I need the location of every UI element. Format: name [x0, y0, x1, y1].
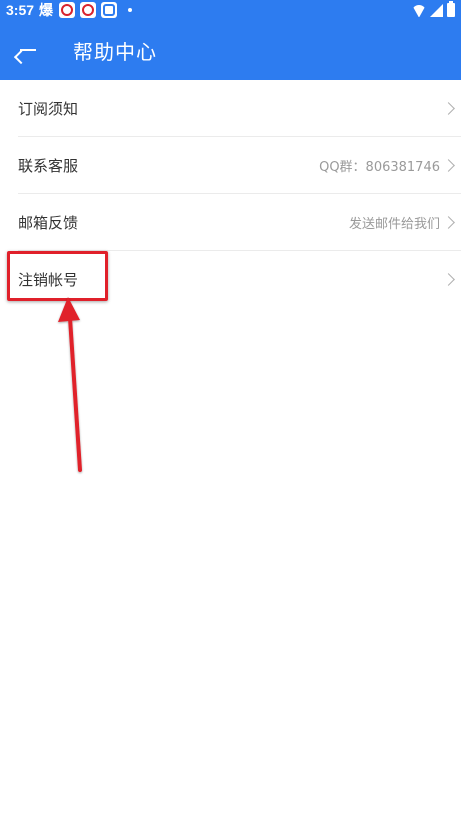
item-label: 联系客服	[18, 156, 79, 175]
status-app-char: 爆	[39, 3, 54, 19]
signal-icon	[430, 3, 443, 17]
list-item-contact-support[interactable]: 联系客服 QQ群：806381746	[18, 137, 461, 194]
item-label: 邮箱反馈	[18, 213, 79, 232]
annotation-highlight-box	[7, 251, 108, 301]
page-title: 帮助中心	[73, 39, 157, 64]
list-item-subscription-notice[interactable]: 订阅须知	[18, 80, 461, 137]
back-button[interactable]	[0, 20, 56, 80]
notification-red-icon	[80, 2, 97, 18]
item-label: 订阅须知	[18, 99, 79, 118]
notification-red-icon	[59, 2, 76, 18]
chevron-right-icon	[442, 101, 455, 115]
battery-icon	[447, 1, 455, 17]
item-value: 发送邮件给我们	[348, 216, 440, 232]
chevron-right-icon	[442, 158, 455, 172]
more-notifications-dot-icon	[128, 8, 133, 12]
status-time: 3:57	[6, 2, 35, 18]
notification-blue-icon	[101, 2, 118, 18]
list-item-email-feedback[interactable]: 邮箱反馈 发送邮件给我们	[18, 194, 461, 251]
item-value: QQ群：806381746	[319, 159, 440, 175]
app-bar: 帮助中心	[0, 20, 461, 80]
back-arrow-icon	[13, 40, 38, 65]
screen: 3:57 爆 帮助中心 订阅须知 联系客服 QQ群：806381746 邮箱反馈…	[0, 0, 461, 829]
chevron-right-icon	[442, 215, 455, 229]
status-indicators	[412, 1, 455, 17]
status-bar: 3:57 爆	[0, 0, 461, 20]
wifi-icon	[412, 3, 426, 17]
chevron-right-icon	[442, 273, 455, 286]
